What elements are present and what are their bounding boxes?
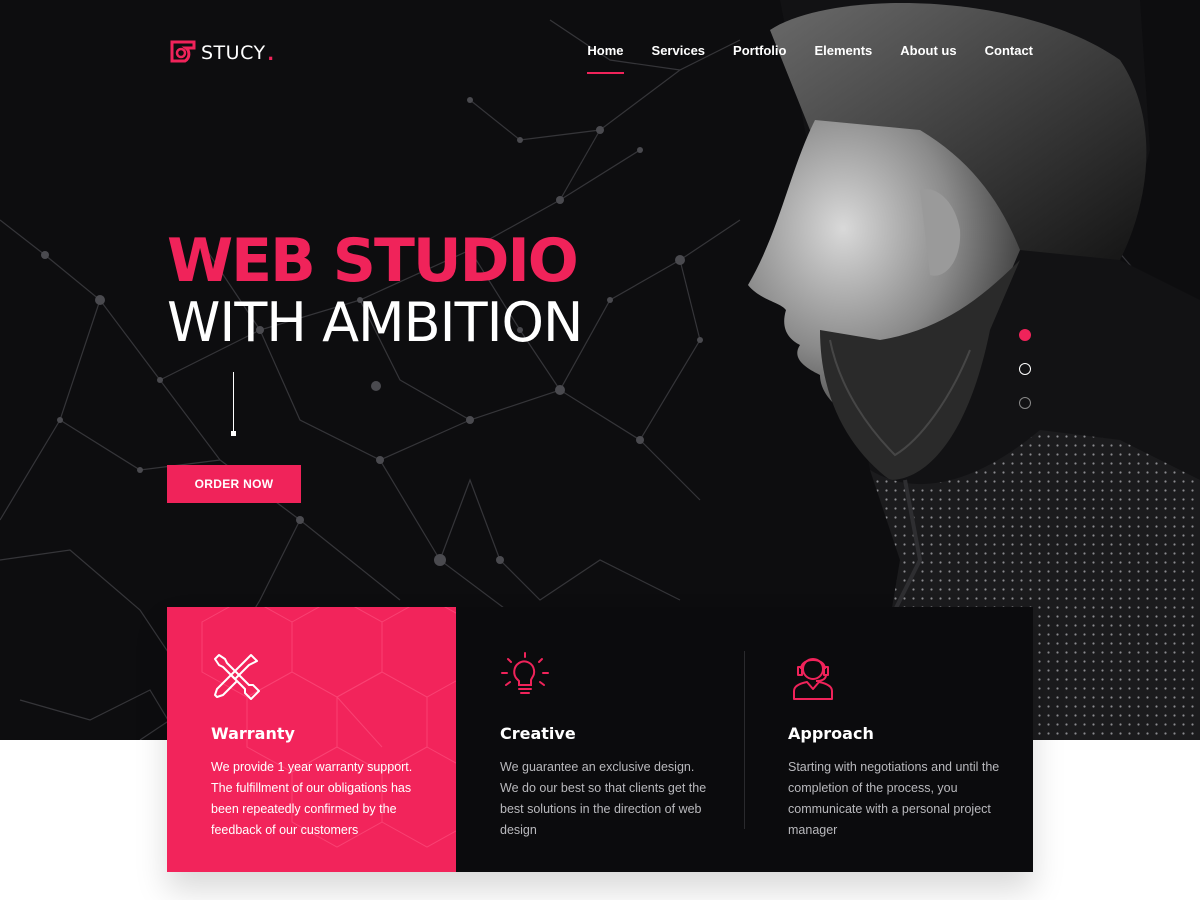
scroll-indicator-dot	[231, 431, 236, 436]
feature-title: Warranty	[211, 724, 295, 743]
nav-contact[interactable]: Contact	[985, 43, 1033, 74]
headset-user-icon	[793, 658, 833, 700]
slider-pagination	[1019, 329, 1031, 431]
nav-about-us[interactable]: About us	[900, 43, 956, 74]
nav-elements[interactable]: Elements	[814, 43, 872, 74]
scroll-indicator-line	[233, 372, 234, 432]
hero-headline-line2: WITH AMBITION	[167, 291, 583, 354]
brand-logo[interactable]: STUCY .	[167, 38, 274, 68]
feature-text: Starting with negotiations and until the…	[788, 760, 1000, 837]
brand-name: STUCY	[201, 42, 266, 64]
nav-services[interactable]: Services	[652, 43, 706, 74]
feature-text: We guarantee an exclusive design. We do …	[500, 760, 707, 837]
feature-title: Creative	[500, 724, 576, 743]
tools-icon	[214, 654, 260, 700]
slide-dot-3[interactable]	[1019, 397, 1031, 409]
slide-dot-2[interactable]	[1019, 363, 1031, 375]
feature-card-warranty: Warranty We provide 1 year warranty supp…	[167, 607, 456, 872]
brand-dot: .	[267, 40, 274, 65]
logo-mark-icon	[170, 40, 196, 63]
nav-portfolio[interactable]: Portfolio	[733, 43, 786, 74]
feature-card-creative: Creative We guarantee an exclusive desig…	[456, 607, 744, 872]
feature-divider	[744, 651, 745, 829]
feature-title: Approach	[788, 724, 874, 743]
features-panel: Warranty We provide 1 year warranty supp…	[167, 607, 1033, 872]
slide-dot-1[interactable]	[1019, 329, 1031, 341]
hero-headline-line1: WEB STUDIO	[167, 226, 579, 296]
order-now-button[interactable]: ORDER NOW	[167, 465, 301, 503]
feature-text: We provide 1 year warranty support. The …	[211, 760, 413, 837]
lightbulb-icon	[501, 652, 549, 694]
nav-home[interactable]: Home	[587, 43, 624, 74]
feature-card-approach: Approach Starting with negotiations and …	[744, 607, 1033, 872]
main-nav: Home Services Portfolio Elements About u…	[587, 43, 1033, 74]
